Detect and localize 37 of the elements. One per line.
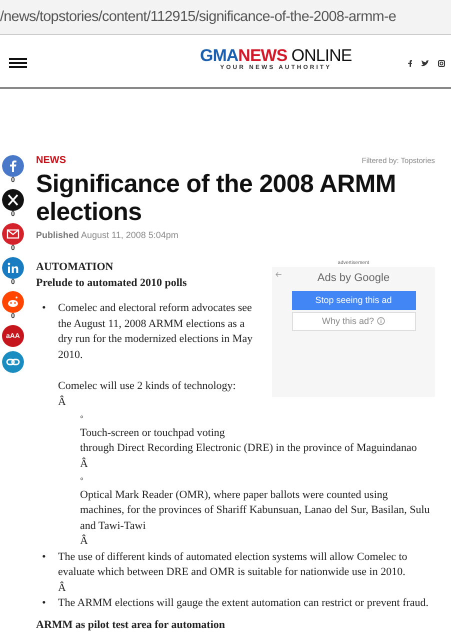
paragraph-text: Comelec will use 2 kinds of technology:	[58, 380, 236, 392]
bullet-marker: •	[42, 596, 47, 611]
article-title: Significance of the 2008 ARMM elections	[36, 170, 397, 226]
ads-by-label: Ads by Google	[317, 271, 390, 286]
bullet-text: The use of different kinds of automated election systems will allow Comelec to evaluate which between DRE and OMR is suitable for nationwide use in 2010.	[58, 550, 408, 578]
paragraph-text: Â	[58, 396, 66, 408]
section-heading: AUTOMATION	[36, 261, 114, 273]
bullet-text: Â	[80, 458, 88, 470]
published-date: Published August 11, 2008 5:04pm	[36, 230, 180, 240]
envelope-icon[interactable]	[2, 223, 24, 245]
bullet-text: Touch-screen or touchpad voting	[80, 426, 225, 438]
paragraph-text: Â	[58, 582, 66, 594]
bullet-text: Comelec and electoral reform advocates see the August 11, 2008 ARMM elections as a dry run for the modernized elections in May 2010.	[58, 302, 253, 360]
facebook-icon[interactable]	[408, 60, 412, 66]
x-icon[interactable]	[2, 189, 24, 211]
linkedin-icon[interactable]	[2, 257, 24, 279]
bullet-marker: ◦	[80, 473, 85, 487]
camera-icon[interactable]	[438, 60, 445, 66]
bullet-text: Â	[80, 535, 88, 547]
bird-icon[interactable]	[421, 60, 429, 66]
bullet-text: through Direct Recording Electronic (DRE) in the province of Maguindanao	[80, 442, 417, 454]
stop-ad-button[interactable]: Stop seeing this ad	[292, 290, 416, 310]
section-subheading: Prelude to automated 2010 polls	[36, 276, 187, 288]
menu-icon[interactable]	[9, 58, 27, 68]
link-icon[interactable]	[2, 351, 24, 373]
section-heading: ARMM as pilot test area for automation	[36, 618, 226, 630]
back-arrow-icon[interactable]	[275, 272, 282, 277]
bullet-text: Optical Mark Reader (OMR), where paper ballots were counted using machines, for the provinces of Shariff Kabunsuan, Lanao del Sur, Basilan, Sulu and Tawi-Tawi	[80, 488, 430, 532]
reddit-icon[interactable]	[2, 291, 24, 313]
bullet-marker: •	[42, 301, 47, 316]
logo-text[interactable]: GMANEWS ONLINE	[200, 47, 352, 65]
bullet-text: The ARMM elections will gauge the extent automation can restrict or prevent fraud.	[58, 597, 429, 609]
bullet-marker: •	[42, 550, 47, 564]
info-icon	[377, 317, 386, 325]
bullet-marker: ◦	[80, 411, 85, 425]
section-label[interactable]: NEWS	[36, 155, 66, 166]
why-ad-button[interactable]: Why this ad?	[292, 312, 416, 330]
